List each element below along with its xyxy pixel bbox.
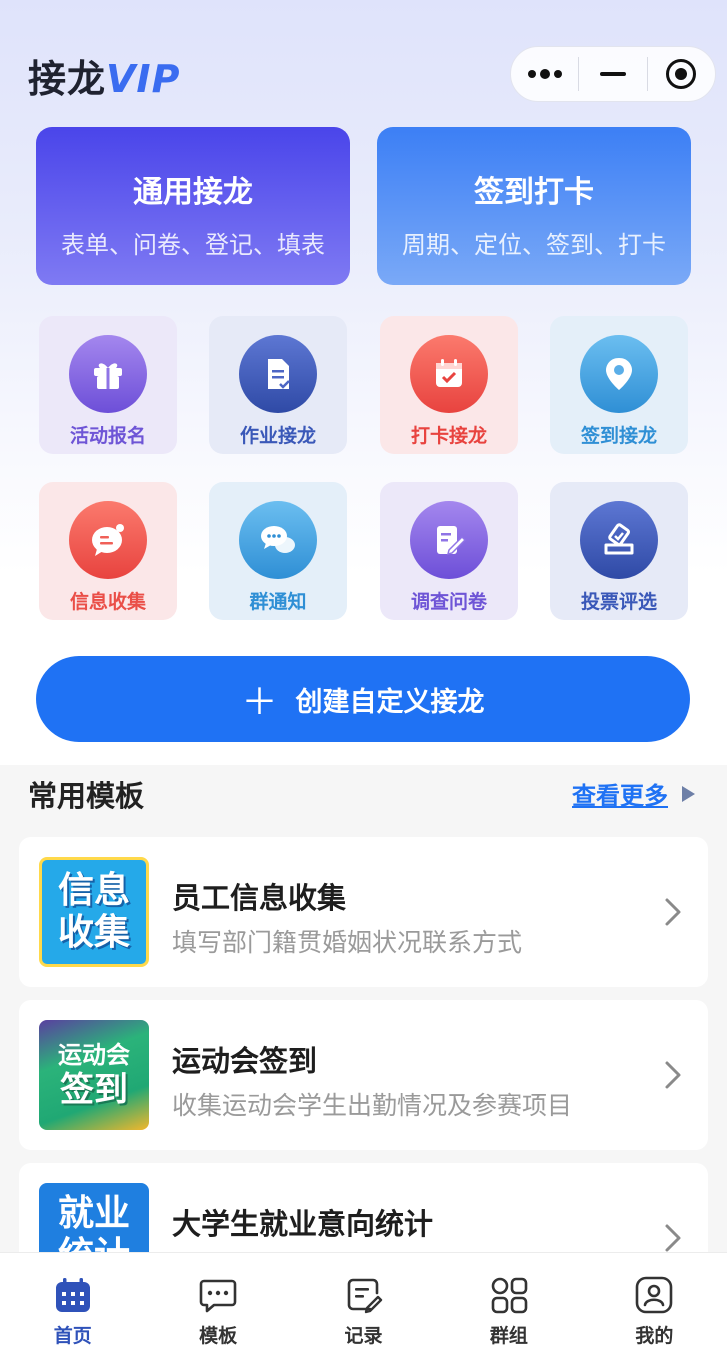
general-solitaire-card[interactable]: 通用接龙 表单、问卷、登记、填表 xyxy=(36,127,350,285)
tile-signin-solitaire[interactable]: 签到接龙 xyxy=(550,316,688,454)
tile-group-notice[interactable]: 群通知 xyxy=(209,482,347,620)
chat-bubbles-icon xyxy=(239,501,317,579)
tab-home[interactable]: 首页 xyxy=(0,1253,145,1367)
chat-dots-icon xyxy=(198,1275,238,1315)
tile-label: 群通知 xyxy=(249,591,307,613)
gift-icon xyxy=(69,335,147,413)
chevron-right-icon xyxy=(665,1061,681,1089)
thumb-text-line1: 运动会 xyxy=(58,1041,130,1069)
tab-records[interactable]: 记录 xyxy=(291,1253,436,1367)
tab-label: 记录 xyxy=(344,1325,383,1347)
template-description: 收集运动会学生出勤情况及参赛项目 xyxy=(172,1091,573,1120)
more-button[interactable] xyxy=(511,47,578,101)
grid-four-icon xyxy=(489,1275,529,1315)
chevron-right-icon xyxy=(665,1224,681,1252)
minimize-icon xyxy=(599,72,626,76)
template-title: 运动会签到 xyxy=(172,1044,318,1078)
triangle-right-icon xyxy=(682,785,695,802)
tile-label: 信息收集 xyxy=(69,591,146,613)
see-more-link[interactable]: 查看更多 xyxy=(572,776,695,811)
tile-survey[interactable]: 调查问卷 xyxy=(380,482,518,620)
template-title: 员工信息收集 xyxy=(172,881,347,915)
close-button[interactable] xyxy=(648,47,715,101)
record-edit-icon xyxy=(344,1275,384,1315)
template-card[interactable]: 信息 收集 员工信息收集 填写部门籍贯婚姻状况联系方式 xyxy=(19,837,708,987)
card-subtitle: 表单、问卷、登记、填表 xyxy=(61,231,325,259)
tab-label: 首页 xyxy=(53,1325,92,1347)
tab-mine[interactable]: 我的 xyxy=(582,1253,727,1367)
tab-label: 我的 xyxy=(635,1325,674,1347)
template-description: 填写部门籍贯婚姻状况联系方式 xyxy=(172,928,523,957)
thumb-text-line1: 信息 xyxy=(57,870,130,911)
tile-activity-signup[interactable]: 活动报名 xyxy=(39,316,177,454)
app-title-vip: VIP xyxy=(106,57,181,101)
document-icon xyxy=(239,335,317,413)
more-dots-icon xyxy=(527,69,562,79)
tile-label: 活动报名 xyxy=(69,425,146,447)
miniprogram-capsule xyxy=(510,46,716,102)
create-button-label: 创建自定义接龙 xyxy=(295,686,485,718)
tile-checkin-solitaire[interactable]: 打卡接龙 xyxy=(380,316,518,454)
tab-groups[interactable]: 群组 xyxy=(436,1253,581,1367)
chevron-right-icon xyxy=(665,898,681,926)
see-more-label: 查看更多 xyxy=(572,782,668,810)
thumb-text-line2: 收集 xyxy=(57,912,130,953)
tile-label: 作业接龙 xyxy=(239,425,316,447)
section-title: 常用模板 xyxy=(28,779,145,813)
calendar-check-icon xyxy=(410,335,488,413)
calendar-grid-icon xyxy=(53,1275,93,1315)
tab-templates[interactable]: 模板 xyxy=(145,1253,290,1367)
app-title-main: 接龙 xyxy=(28,57,107,101)
edit-form-icon xyxy=(410,501,488,579)
template-thumbnail: 运动会 签到 xyxy=(39,1020,149,1130)
app-title: 接龙VIP xyxy=(28,48,180,103)
minimize-button[interactable] xyxy=(579,47,646,101)
plus-icon: ＋ xyxy=(241,682,278,723)
bottom-tab-bar: 首页 模板 记录 群组 我的 xyxy=(0,1252,727,1367)
tile-info-collect[interactable]: 信息收集 xyxy=(39,482,177,620)
tab-label: 群组 xyxy=(489,1325,528,1347)
tile-vote[interactable]: 投票评选 xyxy=(550,482,688,620)
create-custom-solitaire-button[interactable]: ＋ 创建自定义接龙 xyxy=(36,656,690,742)
target-close-icon xyxy=(666,59,697,89)
template-card[interactable]: 运动会 签到 运动会签到 收集运动会学生出勤情况及参赛项目 xyxy=(19,1000,708,1150)
card-subtitle: 周期、定位、签到、打卡 xyxy=(402,231,666,259)
card-title: 签到打卡 xyxy=(474,175,594,210)
tab-label: 模板 xyxy=(199,1325,238,1347)
tile-homework[interactable]: 作业接龙 xyxy=(209,316,347,454)
thumb-text-line2: 签到 xyxy=(60,1070,128,1110)
location-pin-icon xyxy=(580,335,658,413)
thumb-text-line1: 就业 xyxy=(57,1193,130,1234)
tile-label: 调查问卷 xyxy=(410,591,487,613)
tile-label: 打卡接龙 xyxy=(410,425,487,447)
template-thumbnail: 信息 收集 xyxy=(39,857,149,967)
tile-label: 签到接龙 xyxy=(580,425,657,447)
tile-label: 投票评选 xyxy=(580,591,657,613)
message-bubble-icon xyxy=(69,501,147,579)
checkin-card[interactable]: 签到打卡 周期、定位、签到、打卡 xyxy=(377,127,691,285)
user-profile-icon xyxy=(634,1275,674,1315)
vote-icon xyxy=(580,501,658,579)
template-title: 大学生就业意向统计 xyxy=(172,1207,434,1241)
card-title: 通用接龙 xyxy=(133,175,253,210)
